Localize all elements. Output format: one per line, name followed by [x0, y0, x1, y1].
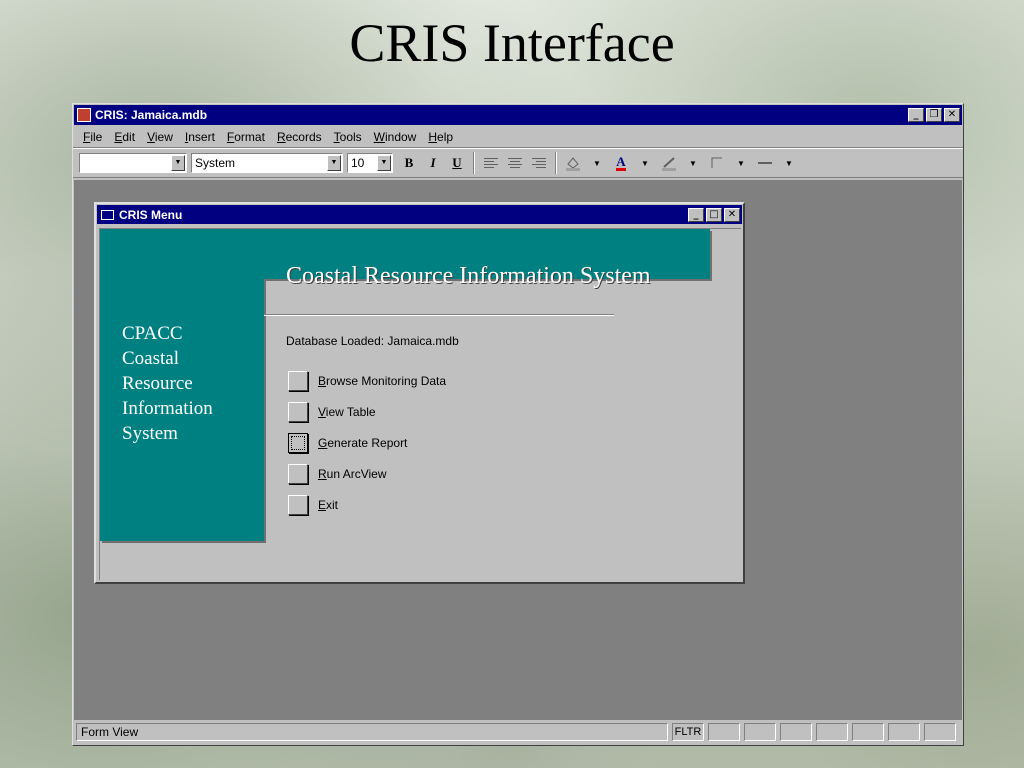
access-key-icon[interactable] — [77, 108, 91, 122]
run-arcview-button[interactable] — [288, 463, 308, 484]
bold-button[interactable]: B — [398, 152, 420, 174]
generate-report-label: Generate Report — [318, 435, 408, 450]
status-cell — [852, 723, 884, 741]
restore-button[interactable]: ❒ — [926, 108, 942, 122]
form-body: CPACC Coastal Resource Information Syste… — [99, 228, 741, 580]
cris-menu-form-window: CRIS Menu _ □ ✕ CPACC Coastal Resource I… — [94, 202, 745, 584]
chevron-down-icon[interactable]: ▼ — [634, 152, 656, 174]
status-cell — [708, 723, 740, 741]
side-title-line: System — [122, 423, 178, 444]
menu-row-exit: Exit — [288, 489, 446, 520]
toolbar-separator — [555, 152, 557, 174]
formatting-toolbar: ▼ System ▼ 10 ▼ B I U ▼ A ▼ ▼ ▼ ▼ — [73, 148, 963, 178]
slide-title: CRIS Interface — [349, 13, 675, 73]
form-title: CRIS Menu — [119, 207, 183, 222]
font-color-icon[interactable]: A — [610, 152, 632, 174]
status-bar: Form View FLTR — [74, 721, 962, 743]
fill-color-icon[interactable] — [562, 152, 584, 174]
app-titlebar[interactable]: CRIS: Jamaica.mdb _ ❒ ✕ — [74, 105, 962, 125]
app-title: CRIS: Jamaica.mdb — [95, 108, 208, 122]
menu-file[interactable]: File — [83, 130, 102, 144]
form-maximize-button[interactable]: □ — [706, 207, 722, 222]
close-button[interactable]: ✕ — [944, 108, 960, 122]
status-cell — [816, 723, 848, 741]
status-cell — [780, 723, 812, 741]
font-name-value: System — [195, 156, 236, 170]
align-left-icon[interactable] — [480, 152, 502, 174]
menu-window[interactable]: Window — [374, 130, 417, 144]
border-width-icon[interactable] — [754, 152, 776, 174]
exit-button[interactable] — [288, 494, 308, 515]
chevron-down-icon[interactable]: ▼ — [730, 152, 752, 174]
generate-report-button[interactable] — [288, 432, 308, 453]
mdi-workspace: CRIS Menu _ □ ✕ CPACC Coastal Resource I… — [74, 180, 962, 720]
form-titlebar[interactable]: CRIS Menu _ □ ✕ — [97, 205, 742, 224]
exit-label: Exit — [318, 497, 339, 512]
status-text: Form View — [76, 723, 668, 741]
special-effect-icon[interactable] — [706, 152, 728, 174]
banner-title: Coastal Resource Information System — [286, 263, 651, 289]
font-color-glyph: A — [616, 153, 626, 171]
font-size-combo[interactable]: 10 ▼ — [347, 153, 393, 173]
menu-records[interactable]: Records — [277, 130, 322, 144]
chevron-down-icon[interactable]: ▼ — [377, 155, 391, 171]
browse-monitoring-data-label: Browse Monitoring Data — [318, 373, 447, 388]
chevron-down-icon[interactable]: ▼ — [778, 152, 800, 174]
form-close-button[interactable]: ✕ — [724, 207, 740, 222]
view-table-label: View Table — [318, 404, 376, 419]
menu-buttons: Browse Monitoring Data View Table Genera… — [288, 365, 446, 520]
align-center-icon[interactable] — [504, 152, 526, 174]
menu-bar: File Edit View Insert Format Records Too… — [73, 126, 963, 148]
form-icon — [101, 209, 114, 220]
italic-button[interactable]: I — [422, 152, 444, 174]
access-app-window: CRIS: Jamaica.mdb _ ❒ ✕ File Edit View I… — [72, 103, 964, 746]
browse-monitoring-data-button[interactable] — [288, 370, 308, 391]
menu-edit[interactable]: Edit — [114, 130, 135, 144]
menu-format[interactable]: Format — [227, 130, 265, 144]
menu-row-generate-report: Generate Report — [288, 427, 446, 458]
side-title-line: Resource — [122, 373, 193, 394]
align-right-icon[interactable] — [528, 152, 550, 174]
minimize-button[interactable]: _ — [908, 108, 924, 122]
side-title-line: Coastal — [122, 348, 179, 369]
menu-row-view-table: View Table — [288, 396, 446, 427]
form-minimize-button[interactable]: _ — [688, 207, 704, 222]
side-title: CPACC Coastal Resource Information Syste… — [122, 321, 252, 446]
side-title-line: CPACC — [122, 323, 183, 344]
menu-row-browse: Browse Monitoring Data — [288, 365, 446, 396]
status-cell — [888, 723, 920, 741]
menu-view[interactable]: View — [147, 130, 173, 144]
menu-tools[interactable]: Tools — [334, 130, 362, 144]
status-cell — [744, 723, 776, 741]
view-table-button[interactable] — [288, 401, 308, 422]
status-cell-filter: FLTR — [672, 723, 704, 741]
menu-insert[interactable]: Insert — [185, 130, 215, 144]
object-combo[interactable]: ▼ — [79, 153, 187, 173]
chevron-down-icon[interactable]: ▼ — [586, 152, 608, 174]
database-loaded-label: Database Loaded: Jamaica.mdb — [286, 334, 459, 348]
menu-row-run-arcview: Run ArcView — [288, 458, 446, 489]
line-color-icon[interactable] — [658, 152, 680, 174]
font-size-value: 10 — [351, 156, 365, 170]
font-name-combo[interactable]: System ▼ — [191, 153, 343, 173]
menu-help[interactable]: Help — [428, 130, 453, 144]
divider — [264, 314, 614, 316]
chevron-down-icon[interactable]: ▼ — [327, 155, 341, 171]
chevron-down-icon[interactable]: ▼ — [682, 152, 704, 174]
underline-button[interactable]: U — [446, 152, 468, 174]
status-cell — [924, 723, 956, 741]
side-title-line: Information — [122, 398, 213, 419]
run-arcview-label: Run ArcView — [318, 466, 387, 481]
toolbar-separator — [473, 152, 475, 174]
chevron-down-icon[interactable]: ▼ — [171, 155, 185, 171]
